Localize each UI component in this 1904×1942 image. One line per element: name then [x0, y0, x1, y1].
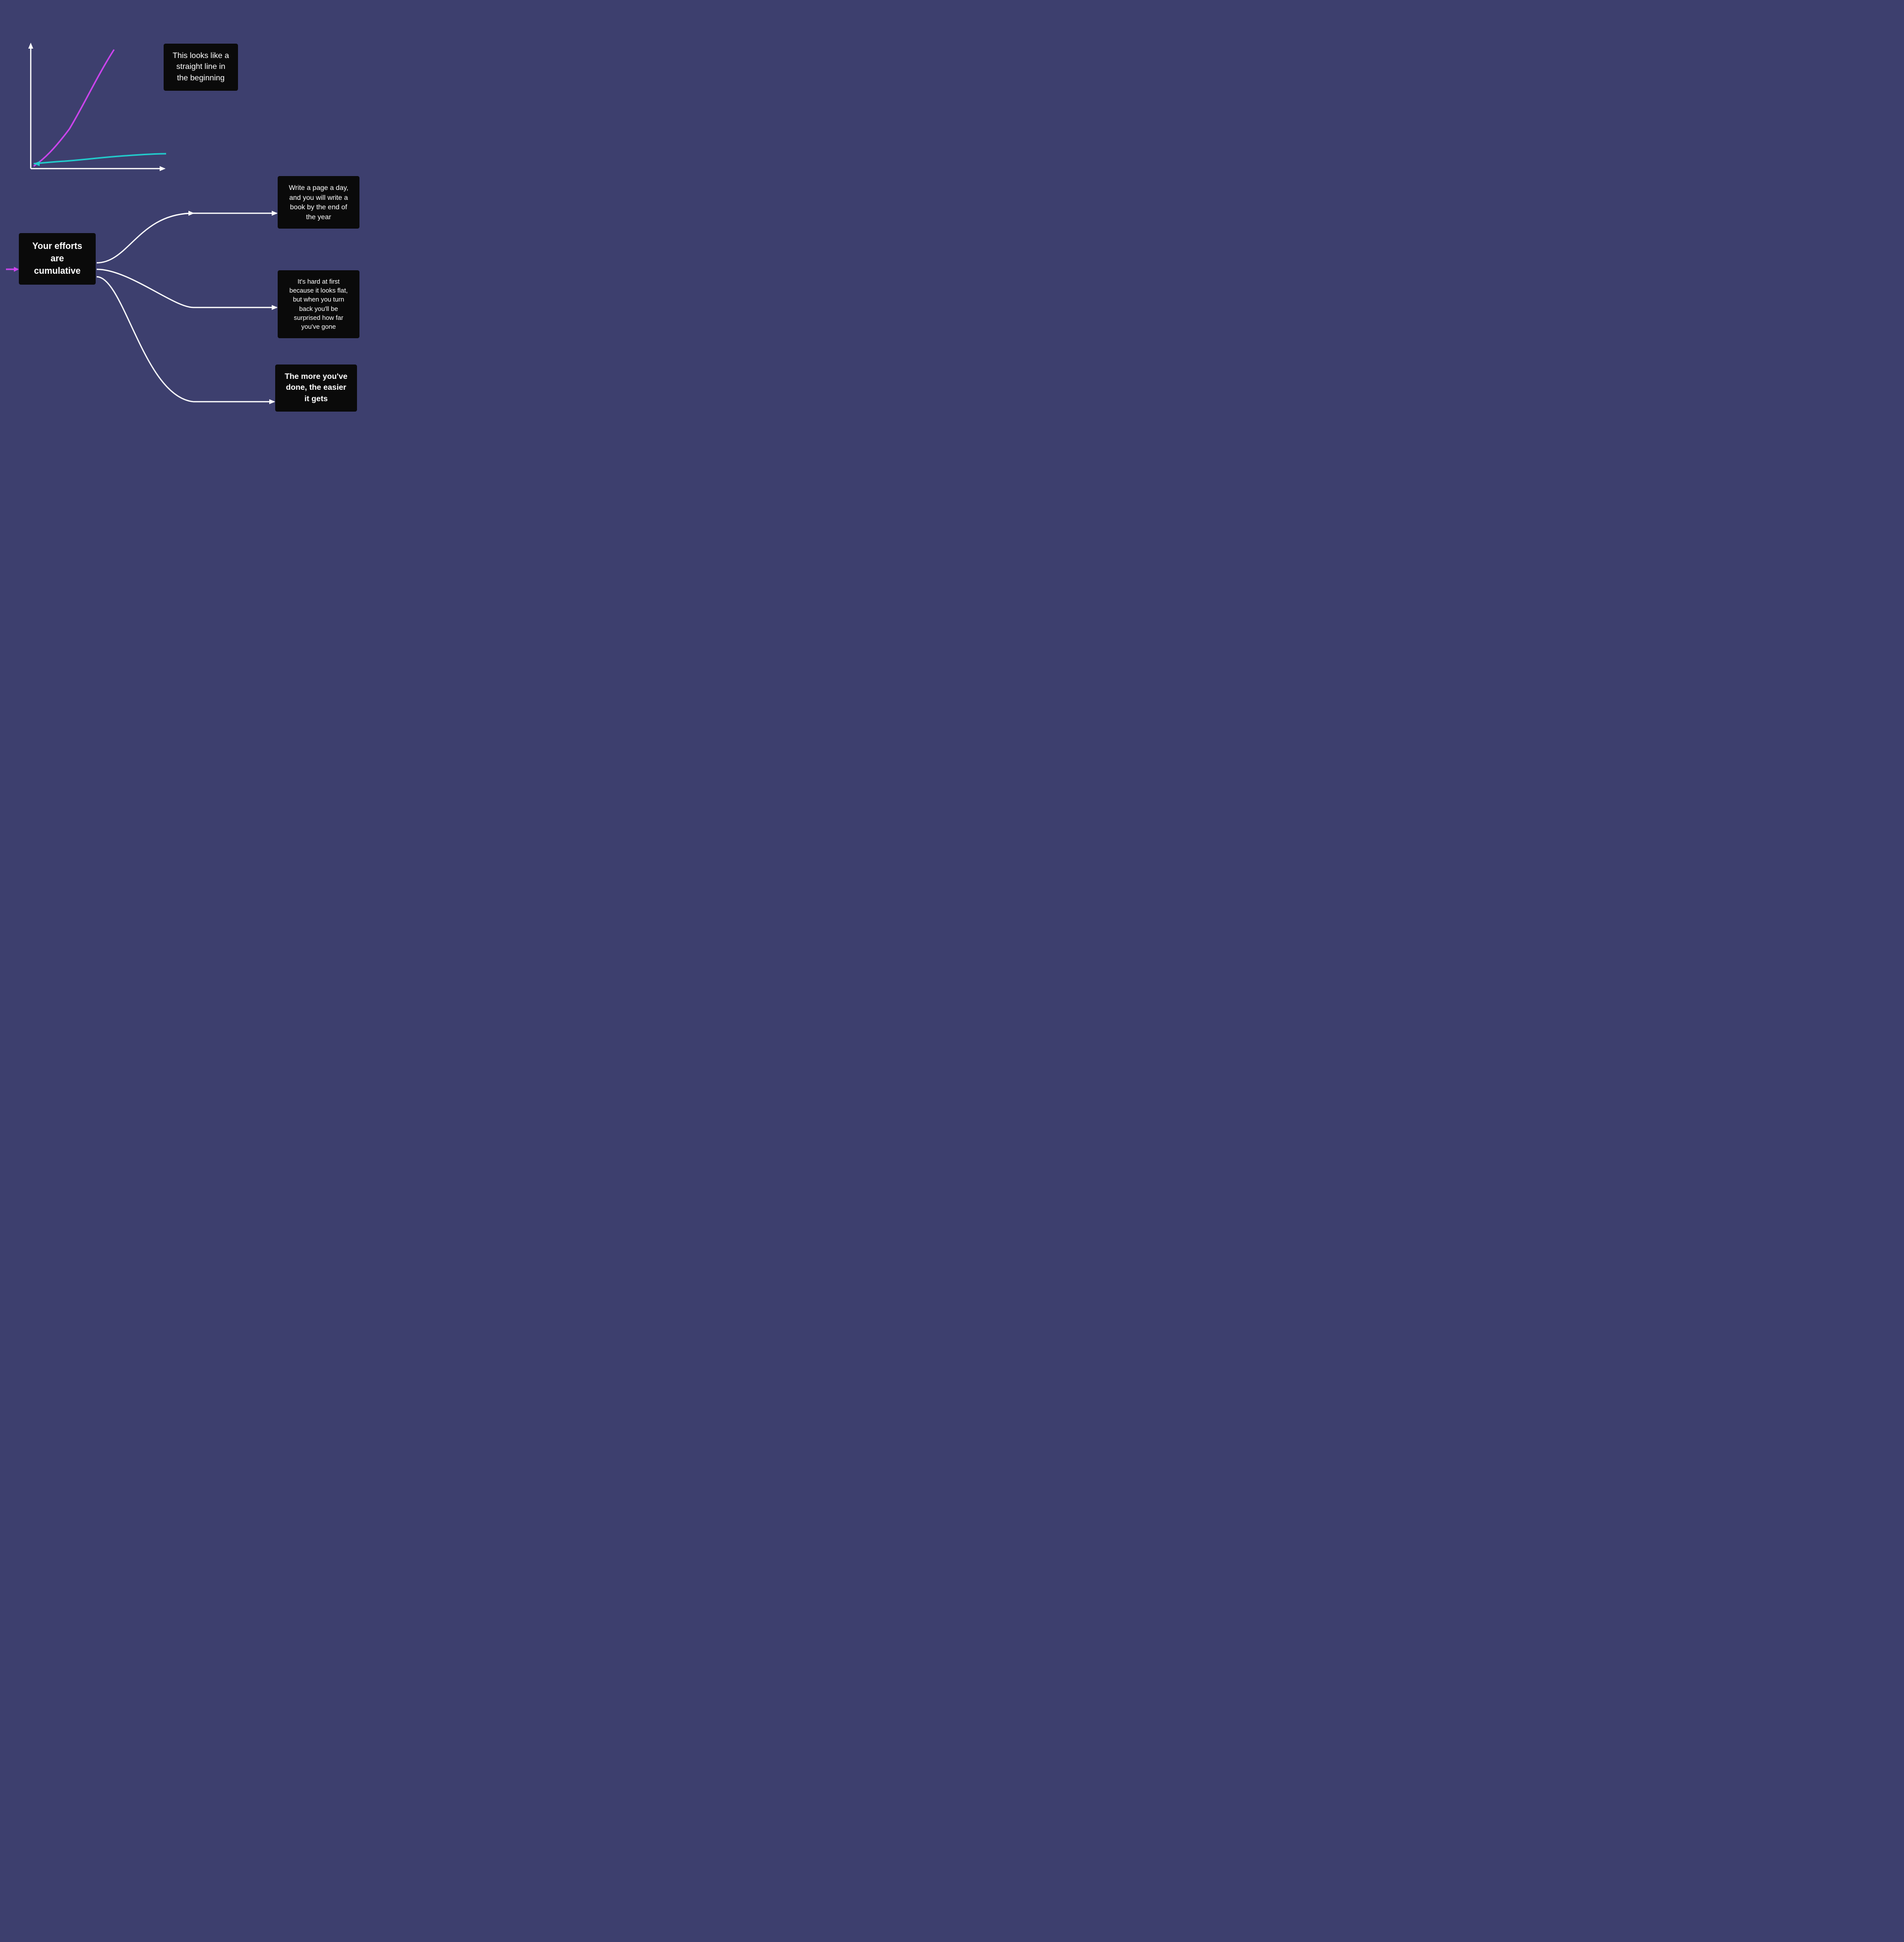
- hard-card: It's hard at first because it looks flat…: [278, 270, 359, 338]
- straight-line-text: This looks like a straight line in the b…: [173, 52, 229, 82]
- efforts-text: Your efforts are cumulative: [32, 241, 82, 276]
- book-text: Write a page a day, and you will write a…: [289, 183, 348, 221]
- efforts-card: Your efforts are cumulative: [19, 233, 96, 285]
- easier-text: The more you've done, the easier it gets: [285, 372, 348, 403]
- hard-text: It's hard at first because it looks flat…: [290, 278, 348, 330]
- easier-card: The more you've done, the easier it gets: [275, 364, 357, 412]
- book-card: Write a page a day, and you will write a…: [278, 176, 359, 229]
- straight-line-card: This looks like a straight line in the b…: [164, 44, 238, 91]
